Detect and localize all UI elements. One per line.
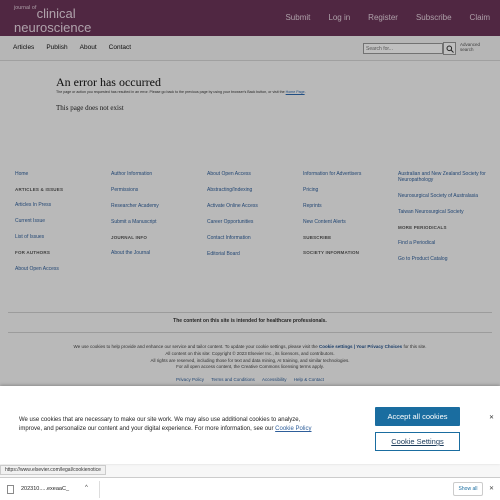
cookie-text: We use cookies that are necessary to mak… (19, 417, 301, 433)
chevron-up-icon[interactable]: ^ (85, 485, 88, 491)
download-bar: 202310.....exeaaC_ ^ Show all ✕ (0, 477, 500, 500)
cookie-banner: We use cookies that are necessary to mak… (0, 386, 500, 464)
cookie-settings-button[interactable]: Cookie Settings (375, 432, 460, 451)
cookie-policy-link[interactable]: Cookie Policy (275, 426, 311, 432)
file-icon (7, 485, 14, 494)
modal-overlay (0, 0, 500, 386)
show-all-button[interactable]: Show all (453, 482, 483, 496)
close-icon[interactable]: ✕ (489, 414, 494, 421)
divider (99, 481, 100, 498)
download-filename[interactable]: 202310.....exeaaC_ (21, 486, 69, 492)
close-icon[interactable]: ✕ (489, 485, 494, 492)
cookie-banner-text: We use cookies that are necessary to mak… (19, 416, 319, 435)
accept-all-cookies-button[interactable]: Accept all cookies (375, 407, 460, 426)
status-url: https://www.elsevier.com/legal/cookienot… (0, 465, 106, 475)
